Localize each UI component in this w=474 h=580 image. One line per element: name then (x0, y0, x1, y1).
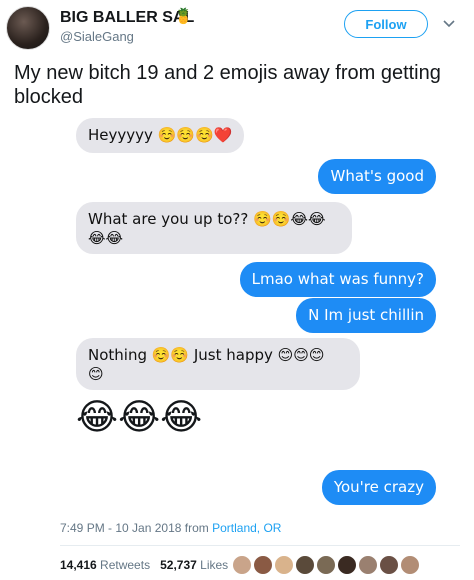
chevron-down-icon[interactable] (440, 14, 458, 32)
retweets-count[interactable]: 14,416 (60, 558, 97, 572)
message-bubble-sent: Lmao what was funny? (239, 262, 436, 297)
follow-button[interactable]: Follow (344, 10, 428, 38)
tweet-header: BIG BALLER SAL 🍍 @SialeGang Follow (0, 0, 474, 52)
user-handle[interactable]: @SialeGang (60, 29, 134, 44)
message-bubble-received: Nothing ☺️☺️ Just happy 😊😊😊 😊 (76, 338, 360, 390)
message-line: Nothing ☺️☺️ Just happy 😊😊😊 (88, 346, 325, 364)
likers-avatars (232, 555, 421, 575)
timestamp-text: 7:49 PM - 10 Jan 2018 from (60, 521, 213, 535)
tweet-media-screenshot[interactable]: Heyyyyy ☺️☺️☺️❤️ What's good What are yo… (58, 114, 458, 506)
tweet-stats: 14,416 Retweets 52,737 Likes (60, 558, 228, 572)
pineapple-icon: 🍍 (174, 8, 193, 25)
message-bubble-sent: N Im just chillin (296, 298, 436, 333)
likes-count[interactable]: 52,737 (160, 558, 197, 572)
avatar[interactable] (6, 6, 50, 50)
liker-avatar[interactable] (400, 555, 420, 575)
liker-avatar[interactable] (232, 555, 252, 575)
message-line: 😊 (88, 365, 104, 383)
message-line: What are you up to?? ☺️☺️😂😂 (88, 210, 326, 228)
likes-label[interactable]: Likes (200, 558, 228, 572)
tweet-timestamp: 7:49 PM - 10 Jan 2018 from Portland, OR (60, 521, 281, 535)
message-bubble-received: Heyyyyy ☺️☺️☺️❤️ (76, 118, 245, 153)
liker-avatar[interactable] (379, 555, 399, 575)
message-line: 😂😂 (88, 229, 124, 247)
message-bubble-sent: You're crazy (321, 470, 436, 505)
retweets-label[interactable]: Retweets (100, 558, 150, 572)
tweet-text: My new bitch 19 and 2 emojis away from g… (14, 62, 441, 108)
message-bubble-sent: What's good (318, 159, 436, 194)
large-emoji-message: 😂😂😂 (76, 397, 203, 438)
liker-avatar[interactable] (274, 555, 294, 575)
liker-avatar[interactable] (337, 555, 357, 575)
location-link[interactable]: Portland, OR (212, 521, 281, 535)
liker-avatar[interactable] (316, 555, 336, 575)
liker-avatar[interactable] (358, 555, 378, 575)
divider (60, 545, 460, 546)
liker-avatar[interactable] (253, 555, 273, 575)
liker-avatar[interactable] (295, 555, 315, 575)
message-bubble-received: What are you up to?? ☺️☺️😂😂 😂😂 (76, 202, 352, 254)
